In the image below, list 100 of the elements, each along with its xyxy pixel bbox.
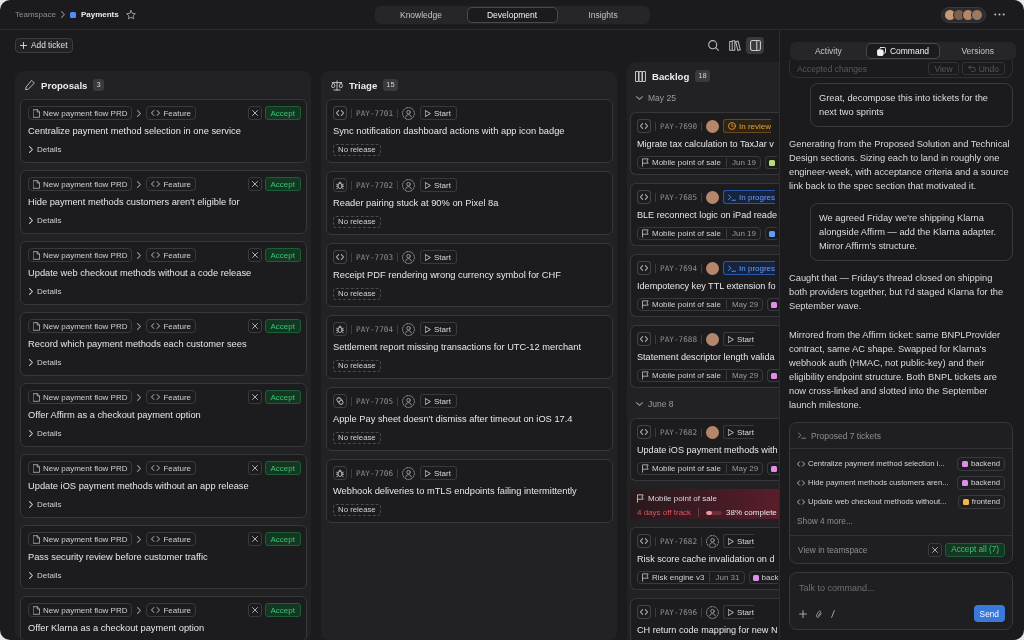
breadcrumb-link[interactable]: Teamspace: [15, 10, 56, 19]
chevron-icon[interactable]: [636, 96, 643, 100]
panel-tab[interactable]: Versions: [940, 43, 1015, 59]
details-toggle[interactable]: Details: [28, 498, 62, 510]
dismiss-button[interactable]: [247, 319, 262, 333]
dismiss-button[interactable]: [247, 461, 262, 475]
unassigned-person-icon[interactable]: [402, 178, 416, 192]
start-button[interactable]: Start: [420, 466, 457, 480]
view-in-teamspace-link[interactable]: View in teamspace: [798, 544, 868, 555]
unassigned-person-icon[interactable]: [402, 106, 416, 120]
start-button[interactable]: Start: [420, 322, 457, 336]
milestone-label: Mobile point of sale: [652, 300, 721, 309]
milestone-label: Mobile point of sale: [648, 494, 717, 503]
unassigned-person-icon[interactable]: [402, 394, 416, 408]
start-button[interactable]: Start: [723, 534, 754, 548]
details-toggle[interactable]: Details: [28, 285, 62, 297]
accept-button[interactable]: Accept: [264, 390, 301, 404]
accept-all-button[interactable]: Accept all (7): [945, 542, 1005, 557]
document-icon: [33, 179, 40, 189]
panel-tab[interactable]: Command: [865, 43, 941, 59]
chevron-icon[interactable]: [636, 402, 643, 406]
add-ticket-button[interactable]: Add ticket: [15, 37, 74, 53]
more-icon[interactable]: [994, 13, 1005, 16]
source-link[interactable]: New payment flow PRD: [28, 106, 133, 120]
source-link[interactable]: New payment flow PRD: [28, 177, 133, 191]
terminal-icon: [798, 432, 806, 439]
unassigned-person-icon[interactable]: [402, 466, 416, 480]
breadcrumb-link[interactable]: Payments: [80, 10, 119, 19]
command-input[interactable]: Talk to command...: [799, 581, 1005, 595]
ticket-title: Risk score cache invalidation on d: [637, 553, 776, 565]
unassigned-person-icon[interactable]: [706, 534, 720, 548]
dismiss-button[interactable]: [247, 532, 262, 546]
view-tab[interactable]: Development: [466, 6, 558, 23]
start-button[interactable]: Start: [420, 106, 457, 120]
panel-tab[interactable]: Activity: [791, 43, 866, 59]
column-title: Proposals: [41, 79, 88, 91]
show-more-link[interactable]: Show 4 more...: [797, 515, 853, 526]
close-icon: [932, 546, 939, 553]
source-link[interactable]: New payment flow PRD: [28, 248, 133, 262]
pencil-icon: [25, 80, 35, 90]
unassigned-person-icon[interactable]: [402, 322, 416, 336]
chevron-icon: [29, 287, 33, 295]
start-button[interactable]: Start: [420, 178, 457, 192]
start-button[interactable]: Start: [420, 250, 457, 264]
close-icon: [251, 536, 258, 542]
accept-button[interactable]: Accept: [264, 603, 301, 617]
accept-button[interactable]: Accept: [264, 319, 301, 333]
start-button[interactable]: Start: [723, 332, 754, 346]
play-icon: [425, 253, 432, 261]
user-message: Great, decompose this into tickets for the next two sprints: [810, 83, 1013, 127]
dismiss-button[interactable]: [247, 248, 262, 262]
dismiss-button[interactable]: [247, 106, 262, 120]
start-button[interactable]: Start: [420, 394, 457, 408]
ticket-title: Idempotency key TTL extension fo: [637, 280, 777, 292]
status-button[interactable]: In progres: [723, 261, 776, 275]
source-link[interactable]: New payment flow PRD: [28, 319, 133, 333]
status-button[interactable]: In progres: [723, 190, 776, 204]
details-toggle[interactable]: Details: [28, 143, 62, 155]
paperclip-icon[interactable]: [816, 608, 822, 619]
columns-icon: [635, 70, 646, 82]
user-message: We agreed Friday we're shipping Klarna alongside Affirm — add the Klarna adapter. Mirror Affirm's structure.: [810, 203, 1013, 261]
chevron-icon: [137, 251, 142, 259]
code-icon: [637, 190, 651, 204]
dismiss-button[interactable]: [247, 177, 262, 191]
library-icon[interactable]: [729, 39, 741, 51]
dismiss-button[interactable]: [247, 390, 262, 404]
milestone-label: Mobile point of sale: [652, 371, 721, 380]
search-icon[interactable]: [708, 39, 719, 51]
assistant-message: Caught that — Friday's thread closed on shipping both providers together, but I'd staged Klarna for the September wave.: [789, 272, 1005, 313]
source-link[interactable]: New payment flow PRD: [28, 461, 133, 475]
chevron-icon: [60, 11, 65, 18]
accept-button[interactable]: Accept: [264, 248, 301, 262]
source-link[interactable]: New payment flow PRD: [28, 390, 133, 404]
source-link[interactable]: New payment flow PRD: [28, 532, 133, 546]
status-button[interactable]: In review: [723, 119, 772, 133]
dismiss-button[interactable]: [247, 603, 262, 617]
unassigned-person-icon[interactable]: [706, 605, 720, 619]
accept-button[interactable]: Accept: [264, 461, 301, 475]
panel-toggle-button[interactable]: [746, 36, 764, 54]
accept-button[interactable]: Accept: [264, 106, 301, 120]
start-button[interactable]: Start: [723, 605, 754, 619]
send-button[interactable]: Send: [973, 605, 1005, 622]
unassigned-person-icon[interactable]: [402, 250, 416, 264]
view-tab[interactable]: Knowledge: [375, 6, 467, 23]
details-toggle[interactable]: Details: [28, 356, 62, 368]
details-toggle[interactable]: Details: [28, 569, 62, 581]
source-link[interactable]: New payment flow PRD: [28, 603, 133, 617]
slash-icon[interactable]: [831, 609, 835, 618]
plus-icon[interactable]: [799, 609, 807, 618]
play-icon: [728, 608, 735, 616]
code-icon: [797, 460, 805, 467]
accept-button[interactable]: Accept: [264, 177, 301, 191]
dismiss-button[interactable]: [928, 542, 943, 557]
start-button[interactable]: Start: [723, 425, 754, 439]
ticket-title: Settlement report missing transactions for UTC-12 merchant: [333, 341, 582, 353]
accept-button[interactable]: Accept: [264, 532, 301, 546]
details-toggle[interactable]: Details: [28, 214, 62, 226]
details-toggle[interactable]: Details: [28, 427, 62, 439]
star-icon[interactable]: [125, 9, 136, 20]
view-tab[interactable]: Insights: [557, 6, 649, 23]
